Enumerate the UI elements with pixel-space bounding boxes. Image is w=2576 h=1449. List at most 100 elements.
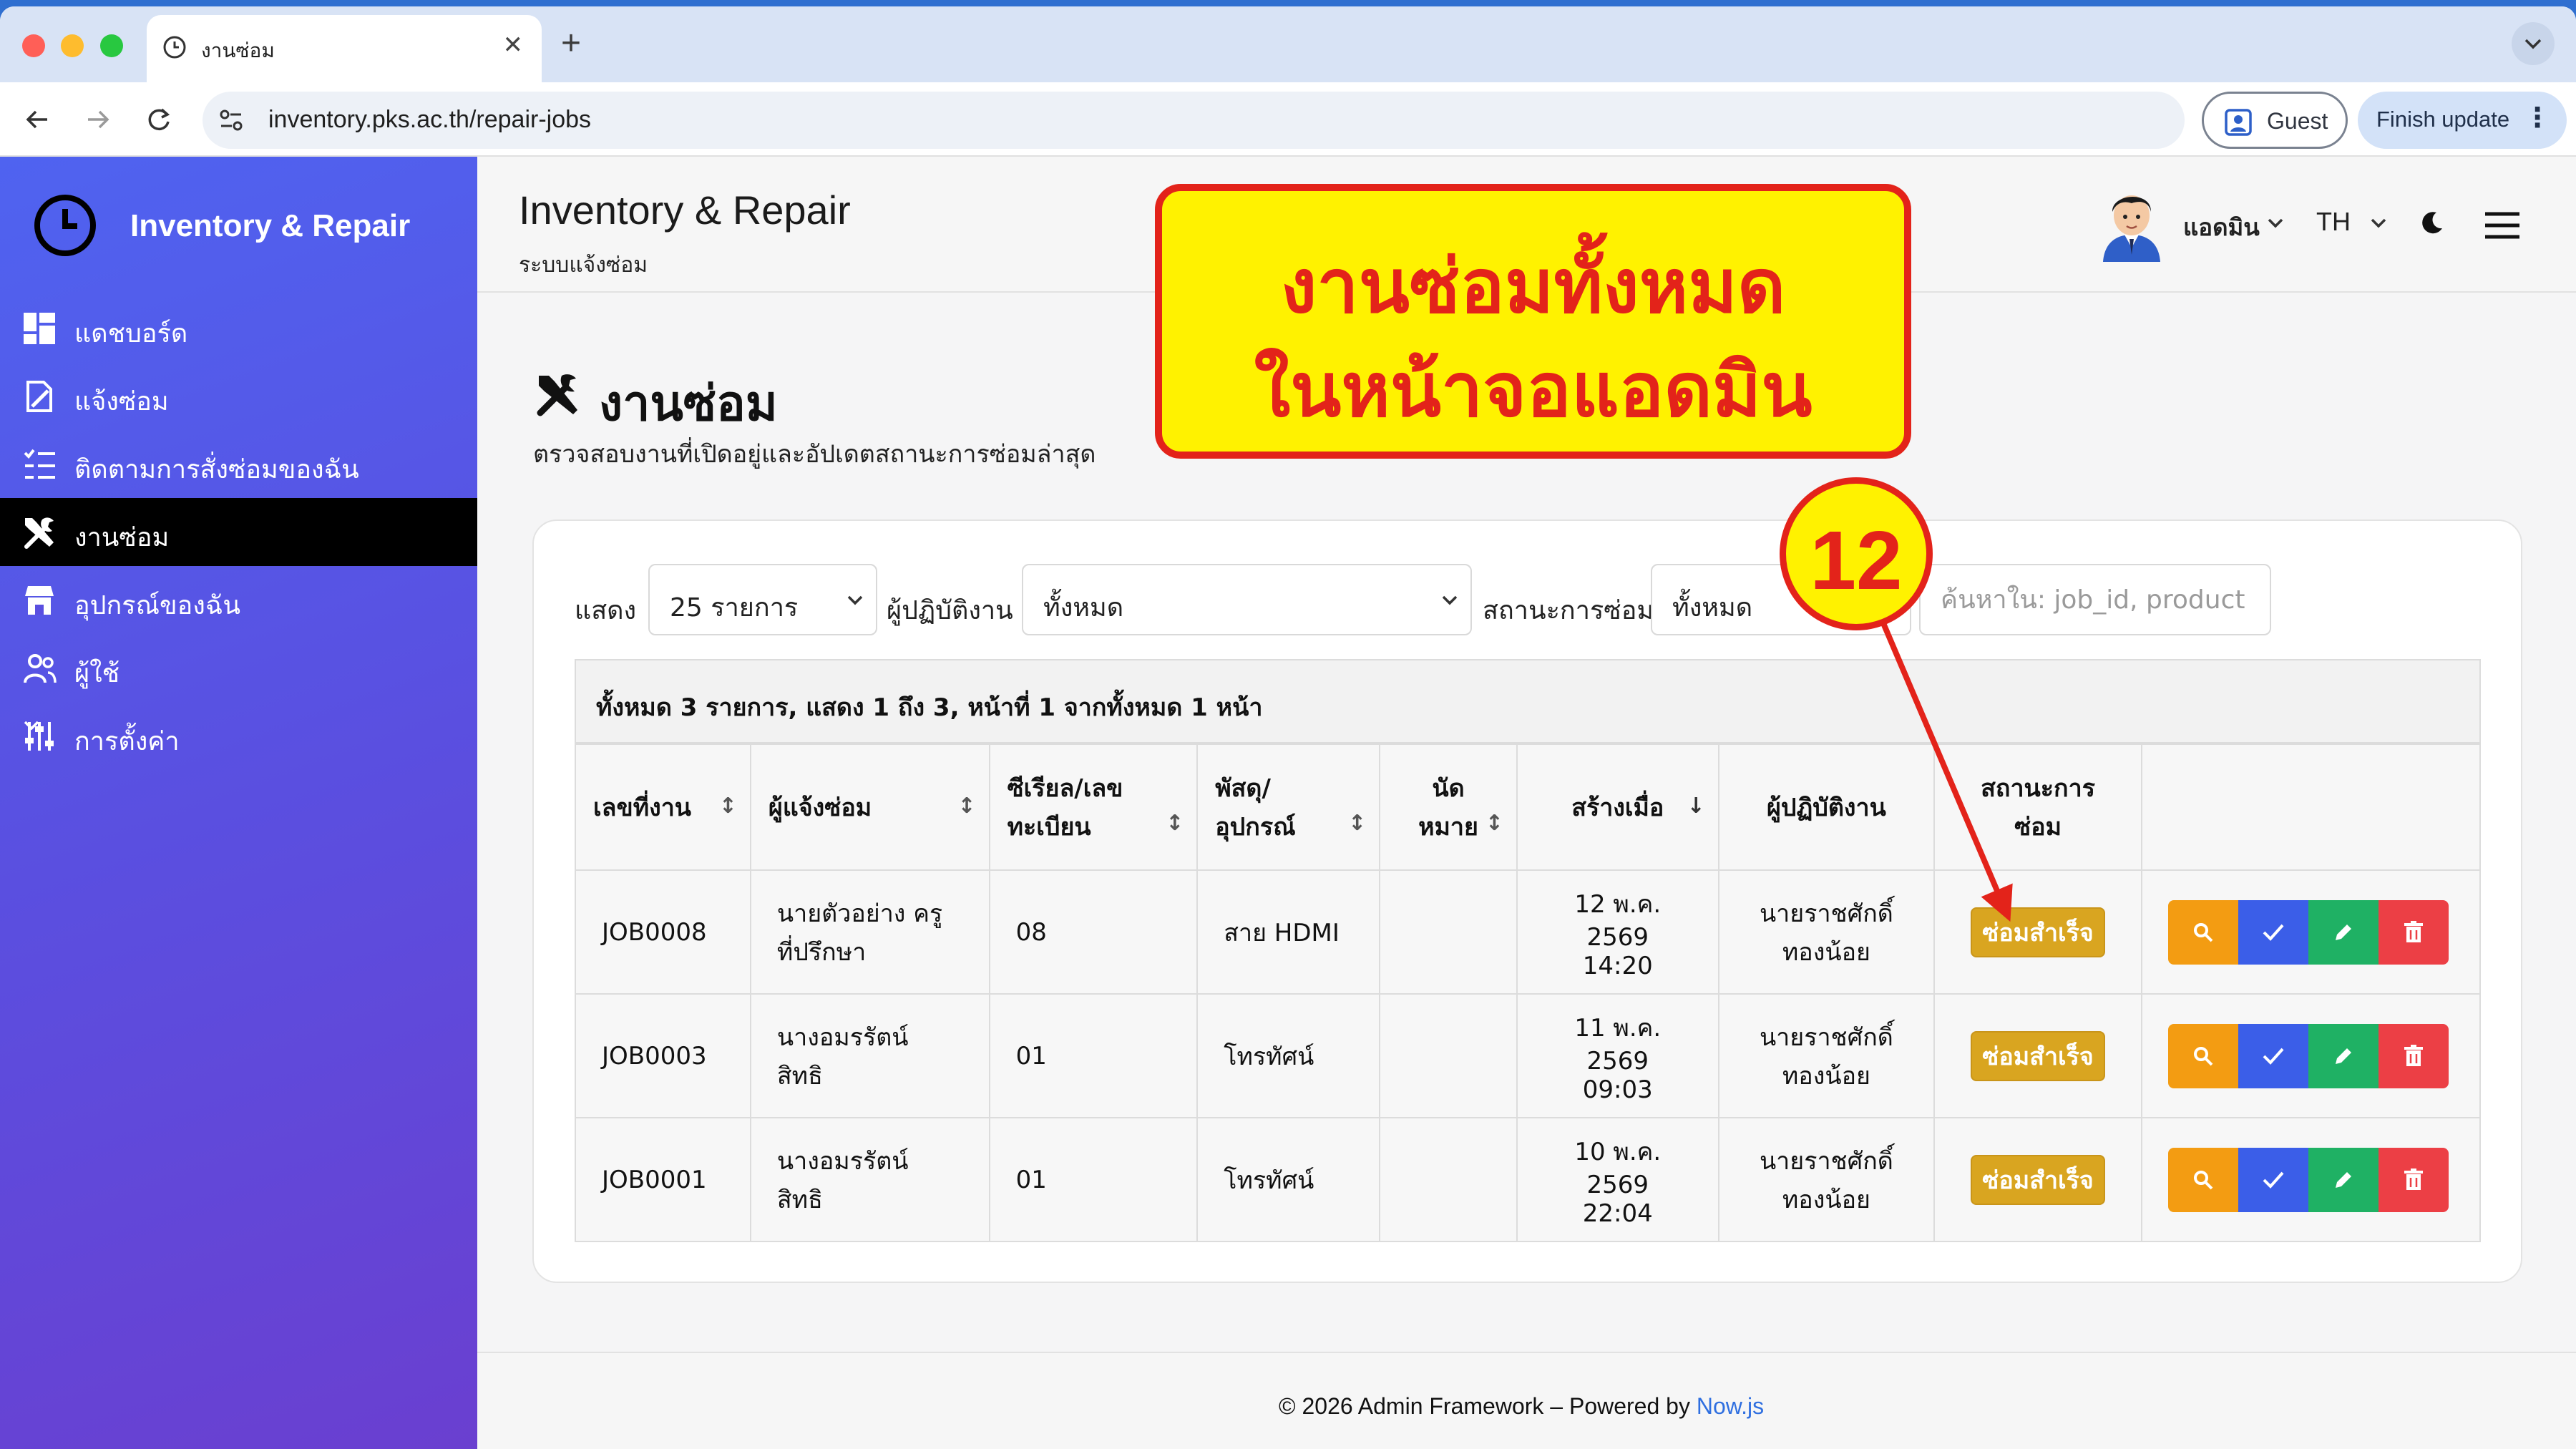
cell-reporter: นายตัวอย่าง ครู ที่ปรึกษา [749,869,990,995]
step-badge: 12 [1780,477,1933,630]
item: โทรทัศน์ [1224,1166,1314,1195]
sidebar-item-3[interactable]: ติดตามการสั่งซ่อมของฉัน [0,430,477,498]
chevron-down-icon[interactable] [2369,217,2388,230]
tab-search-button[interactable] [2512,22,2555,65]
sort-icon[interactable]: ↕ [1348,811,1366,836]
cell-serial: 01 [988,1117,1199,1242]
table-header-row: เลขที่งาน ↕ ผู้แจ้งซ่อม ↕ ซีเรียล/เลข ทะเบี… [575,743,2482,871]
close-window-button[interactable] [22,34,45,57]
new-tab-button[interactable]: + [561,22,581,65]
cell-item: สาย HDMI [1196,869,1381,995]
assignee-line-1: นายราชศักดิ์ [1759,899,1893,928]
assignee-select[interactable]: ทั้งหมด [1022,564,1472,635]
complete-button[interactable] [2238,899,2308,965]
cell-item: โทรทัศน์ [1196,1117,1381,1242]
chevron-down-icon[interactable] [2266,217,2285,230]
sidebar-item-7[interactable]: การตั้งค่า [0,702,477,770]
page-title: งานซ่อม [599,376,778,432]
sidebar-item-label: แดชบอร์ด [74,319,188,348]
reporter-line-2: สิทธิ [776,1185,823,1214]
serial: 01 [1015,1165,1047,1194]
sidebar-item-2[interactable]: แจ้งซ่อม [0,362,477,430]
sidebar-item-label: การตั้งค่า [74,727,180,756]
col-created-label: สร้างเมื่อ [1571,794,1664,822]
tab-title: งานซ่อม [201,39,275,62]
moon-icon[interactable] [2419,210,2445,235]
status-badge: ซ่อมสำเร็จ [1971,907,2105,957]
col-status-label-2: ซ่อม [2014,813,2062,841]
maximize-window-button[interactable] [100,34,123,57]
col-appointment[interactable]: นัด หมาย ↕ [1379,743,1518,871]
complete-button[interactable] [2238,1147,2308,1212]
col-item[interactable]: พัสดุ/ อุปกรณ์ ↕ [1196,743,1381,871]
cell-appointment [1379,993,1518,1118]
view-button[interactable] [2167,899,2238,965]
serial: 01 [1015,1041,1047,1070]
sidebar-item-5[interactable]: อุปกรณ์ของฉัน [0,566,477,634]
hamburger-menu-icon[interactable] [2484,211,2521,240]
sidebar-item-label: งานซ่อม [74,523,170,552]
cell-assignee: นายราชศักดิ์ ทองน้อย [1717,1117,1936,1242]
col-serial[interactable]: ซีเรียล/เลข ทะเบียน ↕ [988,743,1199,871]
chevron-down-icon[interactable] [22,719,41,732]
language-selector[interactable]: TH [2316,207,2351,237]
item: โทรทัศน์ [1224,1042,1314,1071]
site-settings-icon[interactable] [218,107,244,133]
assignee-value: ทั้งหมด [1043,593,1124,623]
col-job-no[interactable]: เลขที่งาน ↕ [575,743,751,871]
user-menu-label[interactable]: แอดมิน [2183,208,2260,246]
callout-line-2: ในหน้าจอแอดมิน [1254,346,1813,434]
browser-tab[interactable]: งานซ่อม ✕ [147,15,542,82]
cell-job-no: JOB0003 [575,993,751,1118]
search-input[interactable] [1919,564,2271,635]
edit-button[interactable] [2308,1147,2379,1212]
delete-button[interactable] [2378,899,2449,965]
status-value: ทั้งหมด [1672,593,1753,623]
sidebar-item-1[interactable]: แดชบอร์ด [0,294,477,362]
footer-text: © 2026 Admin Framework – Powered by Now.… [1279,1393,1764,1420]
reload-icon[interactable] [143,104,175,135]
col-appt-label-2: หมาย [1418,813,1478,841]
guest-profile-button[interactable]: Guest [2202,92,2348,149]
page-size-select[interactable]: 25 รายการ [648,564,877,635]
complete-button[interactable] [2238,1023,2308,1088]
address-bar[interactable]: inventory.pks.ac.th/repair-jobs [203,92,2185,149]
sort-icon[interactable]: ↕ [957,794,975,819]
created-date: 11 พ.ค. 2569 [1574,1013,1662,1075]
forward-arrow-icon[interactable] [82,104,114,135]
cell-created: 12 พ.ค. 2569 14:20 [1516,869,1719,995]
delete-button[interactable] [2378,1023,2449,1088]
col-reporter[interactable]: ผู้แจ้งซ่อม ↕ [749,743,990,871]
cell-actions [2140,993,2482,1118]
tab-close-icon[interactable]: ✕ [503,31,524,59]
sort-desc-icon[interactable]: ↓ [1687,794,1704,819]
finish-update-button[interactable]: Finish update ⋮ [2358,92,2567,149]
edit-button[interactable] [2308,899,2379,965]
sidebar-item-6[interactable]: ผู้ใช้ [0,634,477,702]
url-text: inventory.pks.ac.th/repair-jobs [268,106,592,133]
cell-status: ซ่อมสำเร็จ [1933,869,2142,995]
cell-status: ซ่อมสำเร็จ [1933,1117,2142,1242]
col-created[interactable]: สร้างเมื่อ ↓ [1516,743,1719,871]
delete-button[interactable] [2378,1147,2449,1212]
assignee-line-2: ทองน้อย [1782,1061,1870,1091]
sidebar-item-4[interactable]: งานซ่อม [0,498,477,566]
chevron-down-icon [2524,39,2542,49]
col-job-no-label: เลขที่งาน [593,794,692,822]
row-actions [2167,899,2454,965]
table-row: JOB0001 นางอมรรัตน์ สิทธิ 01 โทรทัศน์ 10 พ.ค.… [575,1117,2482,1242]
footer-link[interactable]: Now.js [1697,1393,1764,1419]
sort-icon[interactable]: ↕ [1485,811,1503,836]
back-arrow-icon[interactable] [21,104,53,135]
cell-created: 11 พ.ค. 2569 09:03 [1516,993,1719,1118]
view-button[interactable] [2167,1147,2238,1212]
view-button[interactable] [2167,1023,2238,1088]
report-icon [26,381,52,412]
sort-icon[interactable]: ↕ [1166,811,1184,836]
edit-button[interactable] [2308,1023,2379,1088]
created-date: 12 พ.ค. 2569 [1574,889,1662,952]
avatar[interactable] [2096,183,2167,262]
minimize-window-button[interactable] [61,34,84,57]
sort-icon[interactable]: ↕ [719,794,737,819]
col-status: สถานะการ ซ่อม [1933,743,2142,871]
